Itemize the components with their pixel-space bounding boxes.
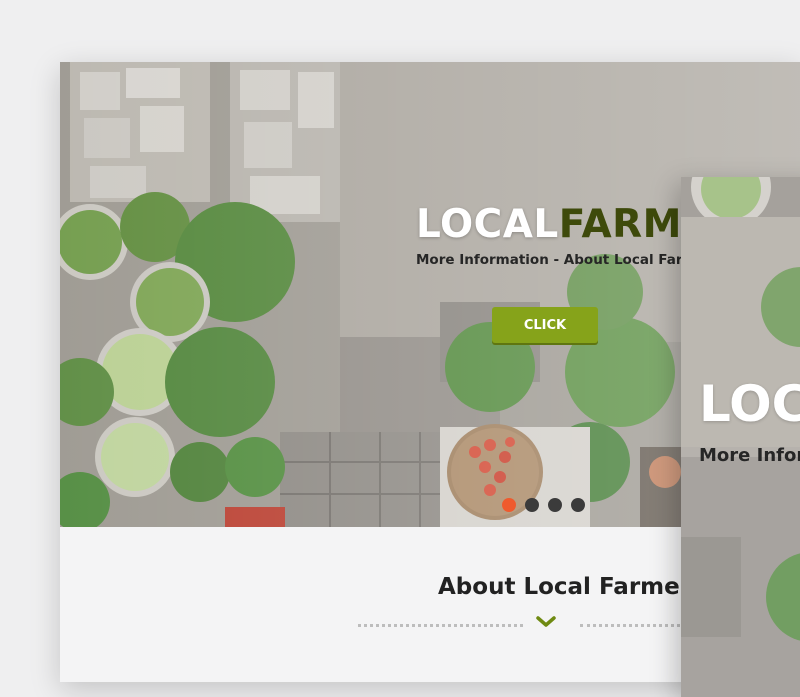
click-button[interactable]: CLICK [492, 307, 598, 343]
second-card-title: LOC [699, 375, 800, 433]
next-slide-card[interactable]: LOC More Infor [681, 177, 800, 697]
chevron-down-icon [536, 616, 556, 627]
slider-dots [502, 498, 585, 512]
hero-subtitle: More Information - About Local Farmer [416, 252, 713, 268]
slider-dot-3[interactable] [548, 498, 562, 512]
about-heading: About Local Farmer [438, 574, 692, 600]
divider-left [358, 624, 523, 627]
slider-dot-1[interactable] [502, 498, 516, 512]
slider-dot-2[interactable] [525, 498, 539, 512]
slider-dot-4[interactable] [571, 498, 585, 512]
hero-title-local: LOCAL [416, 202, 559, 247]
second-card-subtitle: More Infor [699, 445, 800, 466]
